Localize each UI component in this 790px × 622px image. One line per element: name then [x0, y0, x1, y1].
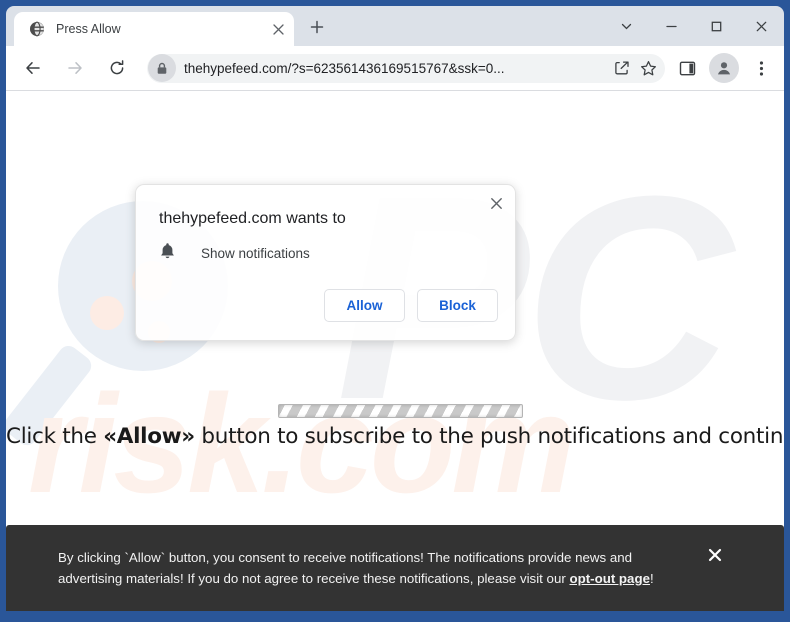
minimize-icon[interactable] [649, 9, 694, 43]
address-bar[interactable]: thehypefeed.com/?s=623561436169515767&ss… [147, 53, 665, 83]
opt-out-page-link[interactable]: opt-out page [569, 571, 650, 586]
side-panel-icon[interactable] [672, 53, 702, 83]
dialog-close-icon[interactable] [483, 190, 509, 216]
three-dot-menu-icon[interactable] [746, 53, 776, 83]
profile-avatar-icon[interactable] [709, 53, 739, 83]
tab-title: Press Allow [56, 22, 121, 36]
page-content: PC risk.com Click the «Allow» button to … [6, 91, 784, 611]
new-tab-button[interactable] [304, 14, 330, 40]
tab-search-chevron-down-icon[interactable] [604, 9, 649, 43]
consent-banner-close-icon[interactable] [704, 544, 726, 566]
notification-permission-dialog: thehypefeed.com wants to Show notificati… [135, 184, 516, 341]
reload-icon[interactable] [102, 53, 132, 83]
page-instruction-text: Click the «Allow» button to subscribe to… [6, 424, 784, 449]
bell-icon [159, 242, 176, 265]
dialog-title: thehypefeed.com wants to [159, 210, 346, 227]
forward-arrow-icon [60, 53, 90, 83]
instruction-allow-emphasis: «Allow» [103, 424, 195, 449]
globe-icon [28, 21, 45, 38]
star-icon[interactable] [635, 55, 661, 81]
back-arrow-icon[interactable] [18, 53, 48, 83]
dialog-permission-label: Show notifications [201, 246, 310, 261]
consent-text-after-link: ! [649, 571, 654, 586]
window-controls [604, 6, 784, 46]
allow-button[interactable]: Allow [324, 289, 405, 322]
dialog-actions: Allow Block [324, 289, 498, 322]
tab-close-icon[interactable] [268, 19, 288, 39]
loading-progress-bar [278, 404, 523, 418]
tab-strip: Press Allow [6, 6, 784, 46]
maximize-icon[interactable] [694, 9, 739, 43]
instruction-prefix: Click the [6, 424, 104, 449]
browser-toolbar: thehypefeed.com/?s=623561436169515767&ss… [6, 46, 784, 91]
lock-icon[interactable] [148, 54, 176, 82]
consent-banner: By clicking `Allow` button, you consent … [6, 525, 784, 611]
close-icon[interactable] [739, 9, 784, 43]
instruction-suffix: button to subscribe to the push notifica… [201, 424, 784, 449]
watermark-dot [90, 296, 124, 330]
address-bar-url[interactable]: thehypefeed.com/?s=623561436169515767&ss… [184, 61, 609, 76]
consent-banner-text: By clicking `Allow` button, you consent … [58, 547, 683, 589]
consent-text-before-link: By clicking `Allow` button, you consent … [58, 550, 633, 586]
browser-window: Press Allow thehypefeed.com/?s=623561436… [0, 0, 790, 622]
dialog-permission-row: Show notifications [159, 242, 310, 265]
share-icon[interactable] [609, 55, 635, 81]
block-button[interactable]: Block [417, 289, 498, 322]
browser-tab[interactable]: Press Allow [14, 12, 294, 46]
